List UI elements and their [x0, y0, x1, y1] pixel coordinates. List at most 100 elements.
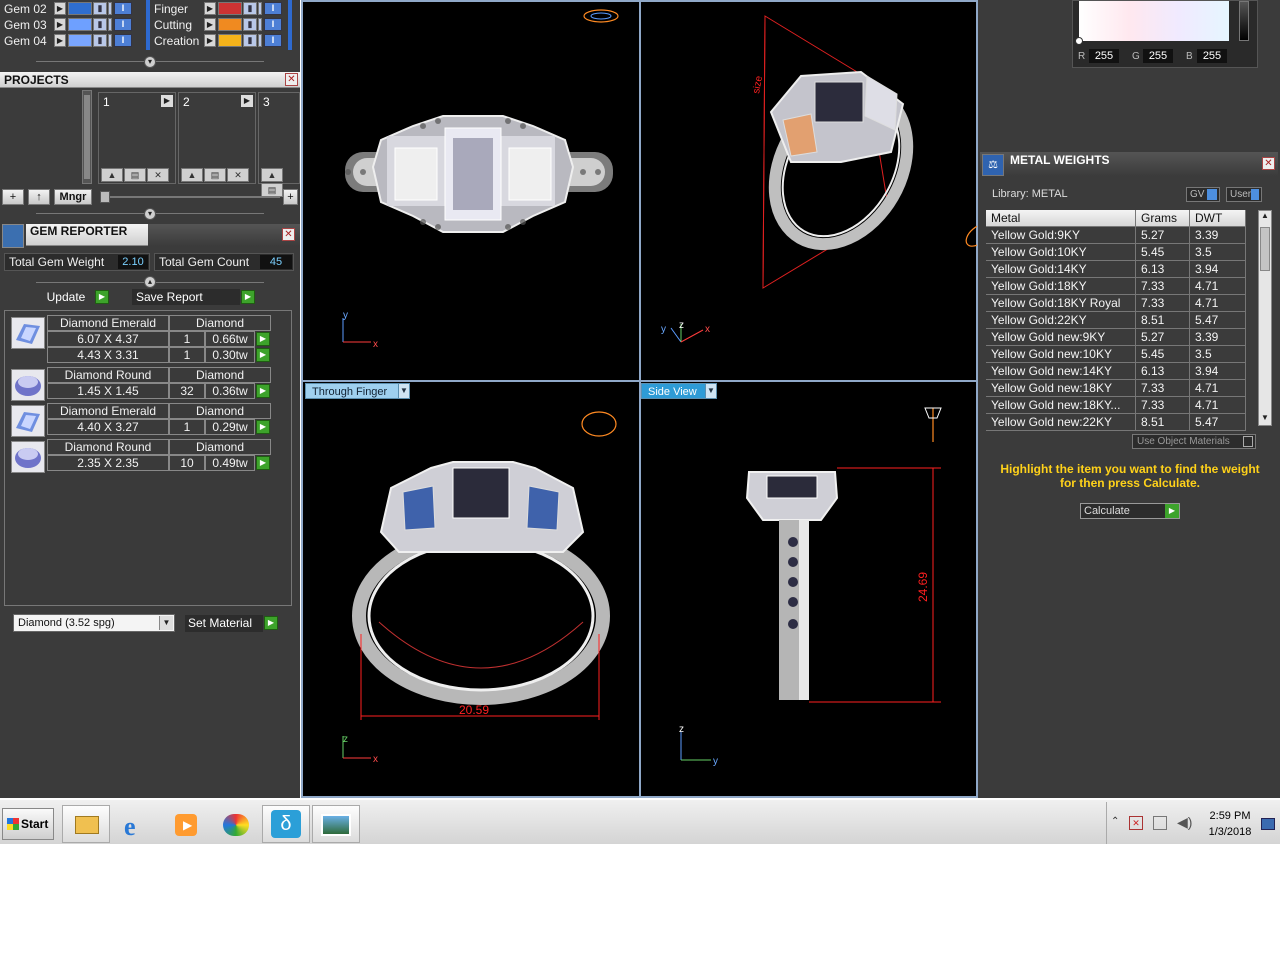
- start-button[interactable]: Start: [2, 808, 54, 840]
- file-explorer-icon[interactable]: [62, 805, 110, 843]
- layer-color-swatch[interactable]: [218, 2, 242, 15]
- tab-through-finger[interactable]: Through Finger: [305, 383, 399, 399]
- gem-reporter-close-icon[interactable]: ✕: [282, 228, 295, 241]
- save-icon[interactable]: ▤: [124, 168, 146, 182]
- select-gem-go-button[interactable]: ▶: [256, 420, 270, 434]
- set-material-go-button[interactable]: ▶: [264, 616, 278, 630]
- layer-expand-icon[interactable]: ▶: [204, 2, 216, 15]
- action-center-icon[interactable]: ✕: [1129, 816, 1143, 830]
- lock-icon[interactable]: ▮: [93, 2, 107, 15]
- move-up-button[interactable]: ↑: [28, 189, 50, 205]
- material-select[interactable]: Diamond (3.52 spg) ▼: [13, 614, 175, 632]
- upload-icon[interactable]: ▲: [101, 168, 123, 182]
- chevron-down-icon[interactable]: ▼: [159, 616, 173, 630]
- delete-icon[interactable]: ✕: [227, 168, 249, 182]
- color-gradient[interactable]: [1079, 1, 1229, 41]
- select-gem-go-button[interactable]: ▶: [256, 384, 270, 398]
- lock-icon[interactable]: ▮: [93, 18, 107, 31]
- metal-table-row[interactable]: Yellow Gold new:18KY 7.33 4.71: [986, 380, 1246, 397]
- green-value[interactable]: 255: [1143, 49, 1173, 63]
- internet-explorer-icon[interactable]: e: [113, 805, 161, 843]
- save-report-label[interactable]: Save Report: [132, 289, 240, 305]
- project-card-2[interactable]: 2 ▶ ▲ ▤ ✕: [178, 92, 256, 184]
- blue-value[interactable]: 255: [1197, 49, 1227, 63]
- through-finger-viewport[interactable]: 20.59 z x: [303, 402, 639, 796]
- red-value[interactable]: 255: [1089, 49, 1119, 63]
- metal-table-row[interactable]: Yellow Gold new:14KY 6.13 3.94: [986, 363, 1246, 380]
- metal-table-row[interactable]: Yellow Gold:18KY 7.33 4.71: [986, 278, 1246, 295]
- layer-expand-icon[interactable]: ▶: [54, 34, 66, 47]
- add-project-button[interactable]: +: [2, 189, 24, 205]
- upload-icon[interactable]: ▲: [261, 168, 283, 182]
- media-player-icon[interactable]: ▶: [162, 805, 210, 843]
- gem-report-item[interactable]: Diamond Emerald Diamond 6.07 X 4.37 1 0.66tw…: [9, 315, 271, 363]
- visibility-toggle-icon[interactable]: I: [264, 18, 282, 31]
- metal-table-row[interactable]: Yellow Gold:10KY 5.45 3.5: [986, 244, 1246, 261]
- project-open-arrow-icon[interactable]: ▶: [161, 95, 173, 107]
- tab-side-view[interactable]: Side View: [641, 383, 711, 399]
- project-slider-thumb[interactable]: [100, 191, 110, 203]
- visibility-toggle-icon[interactable]: I: [114, 18, 132, 31]
- lock-icon[interactable]: ▮: [243, 2, 257, 15]
- perspective-viewport[interactable]: size y z x: [641, 2, 977, 380]
- gv-toggle[interactable]: GV: [1186, 187, 1220, 202]
- top-view-viewport[interactable]: y x: [303, 2, 639, 380]
- metal-table-row[interactable]: Yellow Gold:22KY 8.51 5.47: [986, 312, 1246, 329]
- metal-table-row[interactable]: Yellow Gold:18KY Royal 7.33 4.71: [986, 295, 1246, 312]
- visibility-toggle-icon[interactable]: I: [264, 34, 282, 47]
- layer-color-swatch[interactable]: [68, 34, 92, 47]
- layer-expand-icon[interactable]: ▶: [54, 18, 66, 31]
- manager-button[interactable]: Mngr: [54, 189, 92, 205]
- paint-icon[interactable]: [212, 805, 260, 843]
- upload-icon[interactable]: ▲: [181, 168, 203, 182]
- metal-table-row[interactable]: Yellow Gold:9KY 5.27 3.39: [986, 227, 1246, 244]
- collapse-toggle-icon[interactable]: ▾: [144, 56, 156, 68]
- layer-expand-icon[interactable]: ▶: [54, 2, 66, 15]
- save-report-go-button[interactable]: ▶: [241, 290, 255, 304]
- visibility-toggle-icon[interactable]: I: [264, 2, 282, 15]
- volume-icon[interactable]: ◀): [1177, 814, 1192, 831]
- project-slider-track[interactable]: [100, 196, 280, 198]
- metal-table-row[interactable]: Yellow Gold new:18KY... 7.33 4.71: [986, 397, 1246, 414]
- project-card-1[interactable]: 1 ▶ ▲ ▤ ✕: [98, 92, 176, 184]
- clock[interactable]: 2:59 PM 1/3/2018: [1200, 808, 1260, 840]
- lock-icon[interactable]: ▮: [93, 34, 107, 47]
- color-cursor[interactable]: [1075, 37, 1083, 45]
- end-add-button[interactable]: +: [283, 189, 298, 205]
- update-go-button[interactable]: ▶: [95, 290, 109, 304]
- layer-row[interactable]: Finger ▶ ▮ I: [150, 1, 290, 17]
- user-toggle[interactable]: User: [1226, 187, 1262, 202]
- visibility-toggle-icon[interactable]: I: [114, 2, 132, 15]
- gem-report-item[interactable]: Diamond Round Diamond 1.45 X 1.45 32 0.36tw ▶: [9, 367, 271, 401]
- color-picker[interactable]: R 255 G 255 B 255: [1072, 0, 1258, 68]
- layer-color-swatch[interactable]: [68, 2, 92, 15]
- show-hidden-icons-icon[interactable]: ⌃: [1111, 816, 1119, 827]
- picture-viewer-icon[interactable]: [312, 805, 360, 843]
- use-object-materials-toggle[interactable]: Use Object Materials: [1132, 434, 1256, 449]
- chevron-down-icon[interactable]: ▼: [705, 383, 717, 399]
- collapse-toggle-icon[interactable]: ▴: [144, 276, 156, 288]
- metal-table-row[interactable]: Yellow Gold:14KY 6.13 3.94: [986, 261, 1246, 278]
- metal-table-scrollbar[interactable]: ▲ ▼: [1258, 210, 1272, 426]
- calculate-go-icon[interactable]: ▶: [1165, 504, 1179, 518]
- network-icon[interactable]: [1153, 816, 1167, 830]
- chevron-down-icon[interactable]: ▼: [398, 383, 410, 399]
- gem-report-item[interactable]: Diamond Round Diamond 2.35 X 2.35 10 0.49tw ▶: [9, 439, 271, 473]
- projects-close-icon[interactable]: ✕: [285, 73, 298, 86]
- layer-row[interactable]: Gem 03 ▶ ▮ I: [0, 17, 140, 33]
- layer-row[interactable]: Creation ▶ ▮ I: [150, 33, 290, 49]
- layer-color-swatch[interactable]: [68, 18, 92, 31]
- metal-table-row[interactable]: Yellow Gold new:22KY 8.51 5.47: [986, 414, 1246, 431]
- projects-scrollbar[interactable]: [82, 90, 92, 184]
- layer-expand-icon[interactable]: ▶: [204, 18, 216, 31]
- delete-icon[interactable]: ✕: [147, 168, 169, 182]
- gem-report-item[interactable]: Diamond Emerald Diamond 4.40 X 3.27 1 0.29tw…: [9, 403, 271, 437]
- side-view-viewport[interactable]: 24.69 z y: [641, 402, 977, 796]
- lock-icon[interactable]: ▮: [243, 18, 257, 31]
- layer-expand-icon[interactable]: ▶: [204, 34, 216, 47]
- select-gem-go-button[interactable]: ▶: [256, 456, 270, 470]
- select-gem-go-button[interactable]: ▶: [256, 348, 270, 362]
- brightness-slider[interactable]: [1239, 1, 1249, 41]
- lock-icon[interactable]: ▮: [243, 34, 257, 47]
- update-label[interactable]: Update: [40, 289, 92, 305]
